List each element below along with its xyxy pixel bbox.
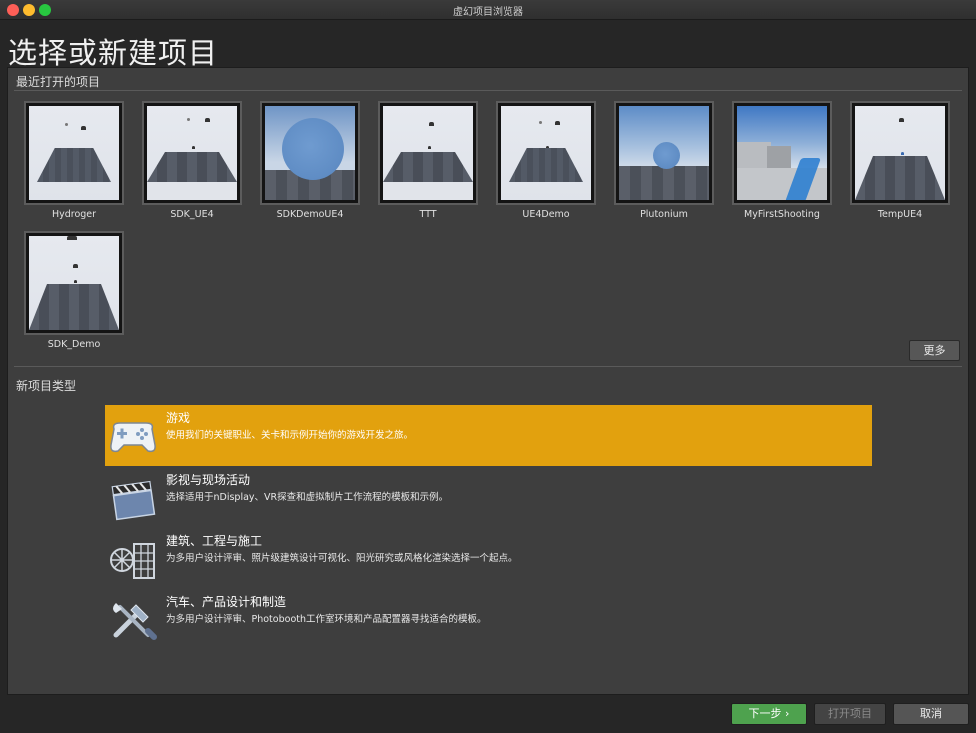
gamepad-icon [110, 422, 156, 453]
project-tile-sdk-demo[interactable]: SDK_Demo [24, 231, 128, 356]
category-title: 汽车、产品设计和制造 [166, 595, 287, 609]
tools-icon [113, 603, 157, 640]
project-thumbnail-frame [614, 101, 714, 205]
project-tile-sdk-ue4[interactable]: SDK_UE4 [142, 101, 246, 226]
project-name: Plutonium [640, 209, 688, 220]
clapperboard-icon [111, 480, 156, 521]
category-description: 为多用户设计评审、照片级建筑设计可视化、阳光研究或风格化渲染选择一个起点。 [166, 553, 518, 564]
category-description: 选择适用于nDisplay、VR探查和虚拟制片工作流程的模板和示例。 [166, 492, 449, 503]
project-thumbnail-frame [732, 101, 832, 205]
category-film-live-events[interactable]: 影视与现场活动 选择适用于nDisplay、VR探查和虚拟制片工作流程的模板和示… [105, 467, 872, 528]
title-bar: 虚幻项目浏览器 [0, 0, 976, 20]
window-title: 虚幻项目浏览器 [453, 7, 523, 18]
project-thumbnail [265, 106, 355, 200]
recent-projects-label: 最近打开的项目 [16, 75, 101, 89]
project-thumbnail [29, 236, 119, 330]
category-description: 使用我们的关键职业、关卡和示例开始你的游戏开发之旅。 [166, 430, 414, 441]
new-project-types-label: 新项目类型 [16, 379, 77, 393]
project-thumbnail [147, 106, 237, 200]
project-thumbnail [737, 106, 827, 200]
project-thumbnail-frame [850, 101, 950, 205]
project-tile-plutonium[interactable]: Plutonium [614, 101, 718, 226]
category-games[interactable]: 游戏 使用我们的关键职业、关卡和示例开始你的游戏开发之旅。 [105, 405, 872, 466]
project-name: UE4Demo [522, 209, 570, 220]
project-thumbnail [619, 106, 709, 200]
project-tile-ttt[interactable]: TTT [378, 101, 482, 226]
project-tile-sdkdemoue4[interactable]: SDKDemoUE4 [260, 101, 364, 226]
project-thumbnail-frame [260, 101, 360, 205]
project-name: SDKDemoUE4 [276, 209, 344, 220]
project-name: Hydroger [51, 209, 97, 220]
page-title: 选择或新建项目 [8, 36, 219, 70]
project-thumbnail-frame [142, 101, 242, 205]
project-name: TTT [419, 209, 437, 220]
project-thumbnail [29, 106, 119, 200]
architecture-icon [110, 543, 155, 579]
project-tile-myfirstshooting[interactable]: MyFirstShooting [732, 101, 836, 226]
category-description: 为多用户设计评审、Photobooth工作室环境和产品配置器寻找适合的模板。 [166, 614, 487, 625]
project-tile-hydroger[interactable]: Hydroger [24, 101, 128, 226]
new-project-divider [14, 366, 962, 367]
project-thumbnail-frame [24, 231, 124, 335]
category-automotive[interactable]: 汽车、产品设计和制造 为多用户设计评审、Photobooth工作室环境和产品配置… [105, 589, 872, 650]
project-name: SDK_UE4 [170, 209, 214, 220]
project-name: MyFirstShooting [744, 209, 820, 220]
project-thumbnail [501, 106, 591, 200]
category-title: 影视与现场活动 [166, 473, 251, 487]
cancel-button[interactable]: 取消 [893, 703, 969, 725]
more-projects-button[interactable]: 更多 [909, 340, 960, 361]
project-name: SDK_Demo [47, 339, 101, 350]
project-thumbnail [383, 106, 473, 200]
open-project-button[interactable]: 打开项目 [814, 703, 886, 725]
project-thumbnail-frame [496, 101, 596, 205]
project-thumbnail-frame [24, 101, 124, 205]
next-button[interactable]: 下一步 › [731, 703, 807, 725]
project-thumbnail [855, 106, 945, 200]
project-tile-ue4demo[interactable]: UE4Demo [496, 101, 600, 226]
category-architecture[interactable]: 建筑、工程与施工 为多用户设计评审、照片级建筑设计可视化、阳光研究或风格化渲染选… [105, 528, 872, 589]
project-browser-panel: 最近打开的项目 Hydroger SDK_UE4 SDKDemoUE4 TTT … [7, 67, 969, 695]
project-thumbnail-frame [378, 101, 478, 205]
category-title: 建筑、工程与施工 [166, 534, 263, 548]
project-tile-tempue4[interactable]: TempUE4 [850, 101, 954, 226]
recent-divider [14, 90, 962, 91]
category-title: 游戏 [166, 411, 191, 425]
project-name: TempUE4 [877, 209, 923, 220]
